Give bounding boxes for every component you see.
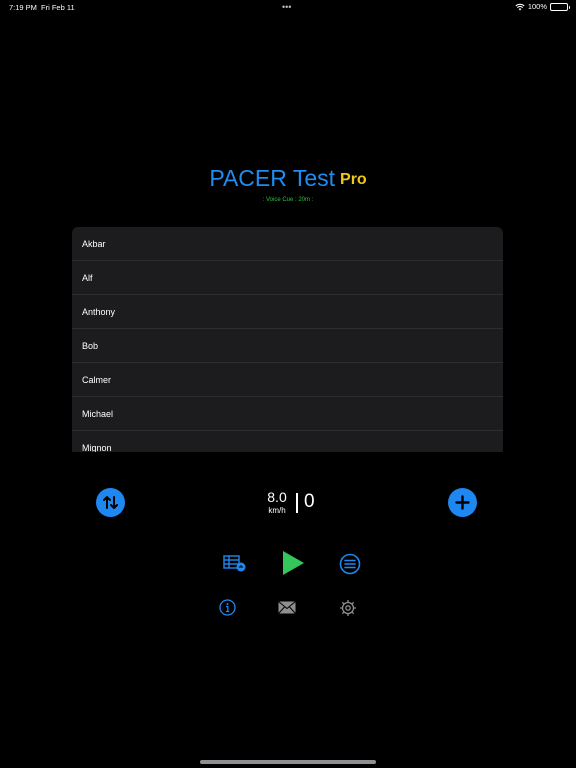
runner-row[interactable]: Bob	[72, 329, 503, 363]
battery-percent: 100%	[527, 2, 547, 11]
runner-row[interactable]: Akbar	[72, 227, 503, 261]
runner-name: Akbar	[82, 238, 106, 249]
play-icon	[283, 551, 304, 575]
home-indicator[interactable]	[200, 760, 376, 764]
runner-name: Mignon	[82, 442, 112, 453]
wifi-icon	[515, 3, 525, 11]
mail-icon	[278, 600, 296, 614]
runner-row[interactable]: Michael	[72, 397, 503, 431]
level-value: 0	[304, 491, 315, 512]
sort-button[interactable]	[96, 488, 125, 517]
battery-icon	[550, 2, 570, 11]
mail-button[interactable]	[277, 599, 297, 615]
runner-name: Bob	[82, 340, 99, 351]
status-date: Fri Feb 11	[41, 3, 75, 12]
info-button[interactable]	[218, 598, 237, 617]
title-text: PACER Test	[209, 165, 336, 191]
voice-cue-label: : Voice Cue : 20m :	[262, 197, 314, 203]
settings-button[interactable]	[338, 598, 357, 617]
list-button[interactable]	[338, 552, 361, 575]
status-time: 7:19 PM	[9, 3, 37, 12]
play-button[interactable]	[280, 549, 306, 577]
runner-name: Calmer	[82, 374, 112, 385]
speed-value: 8.0	[267, 489, 287, 505]
runner-row[interactable]: Anthony	[72, 295, 503, 329]
runner-row[interactable]: Mignon	[72, 431, 503, 453]
list-icon	[339, 553, 360, 574]
runner-name: Alf	[82, 272, 93, 283]
speed-unit: km/h	[268, 506, 286, 515]
runner-name: Michael	[82, 408, 114, 419]
speed-level-divider	[296, 493, 298, 513]
runner-row[interactable]: Alf	[72, 261, 503, 295]
runner-row[interactable]: Calmer	[72, 363, 503, 397]
gear-icon	[339, 599, 356, 616]
results-table-button[interactable]	[222, 551, 248, 575]
plus-icon	[455, 495, 470, 510]
runner-list[interactable]: Akbar Alf Anthony Bob Calmer Michael Mig…	[72, 227, 503, 452]
add-runner-button[interactable]	[448, 488, 477, 517]
table-timer-icon	[223, 555, 246, 572]
info-icon	[219, 599, 236, 616]
status-bar: 7:19 PM Fri Feb 11 ••• 100%	[0, 0, 576, 14]
multitasking-dots[interactable]: •••	[282, 2, 291, 12]
sort-arrows-icon	[103, 496, 118, 509]
runner-name: Anthony	[82, 306, 116, 317]
pro-badge: Pro	[340, 171, 367, 188]
speed-display: 8.0 km/h	[262, 489, 292, 515]
app-title: PACER Test Pro	[0, 165, 576, 192]
status-right: 100%	[515, 2, 570, 11]
